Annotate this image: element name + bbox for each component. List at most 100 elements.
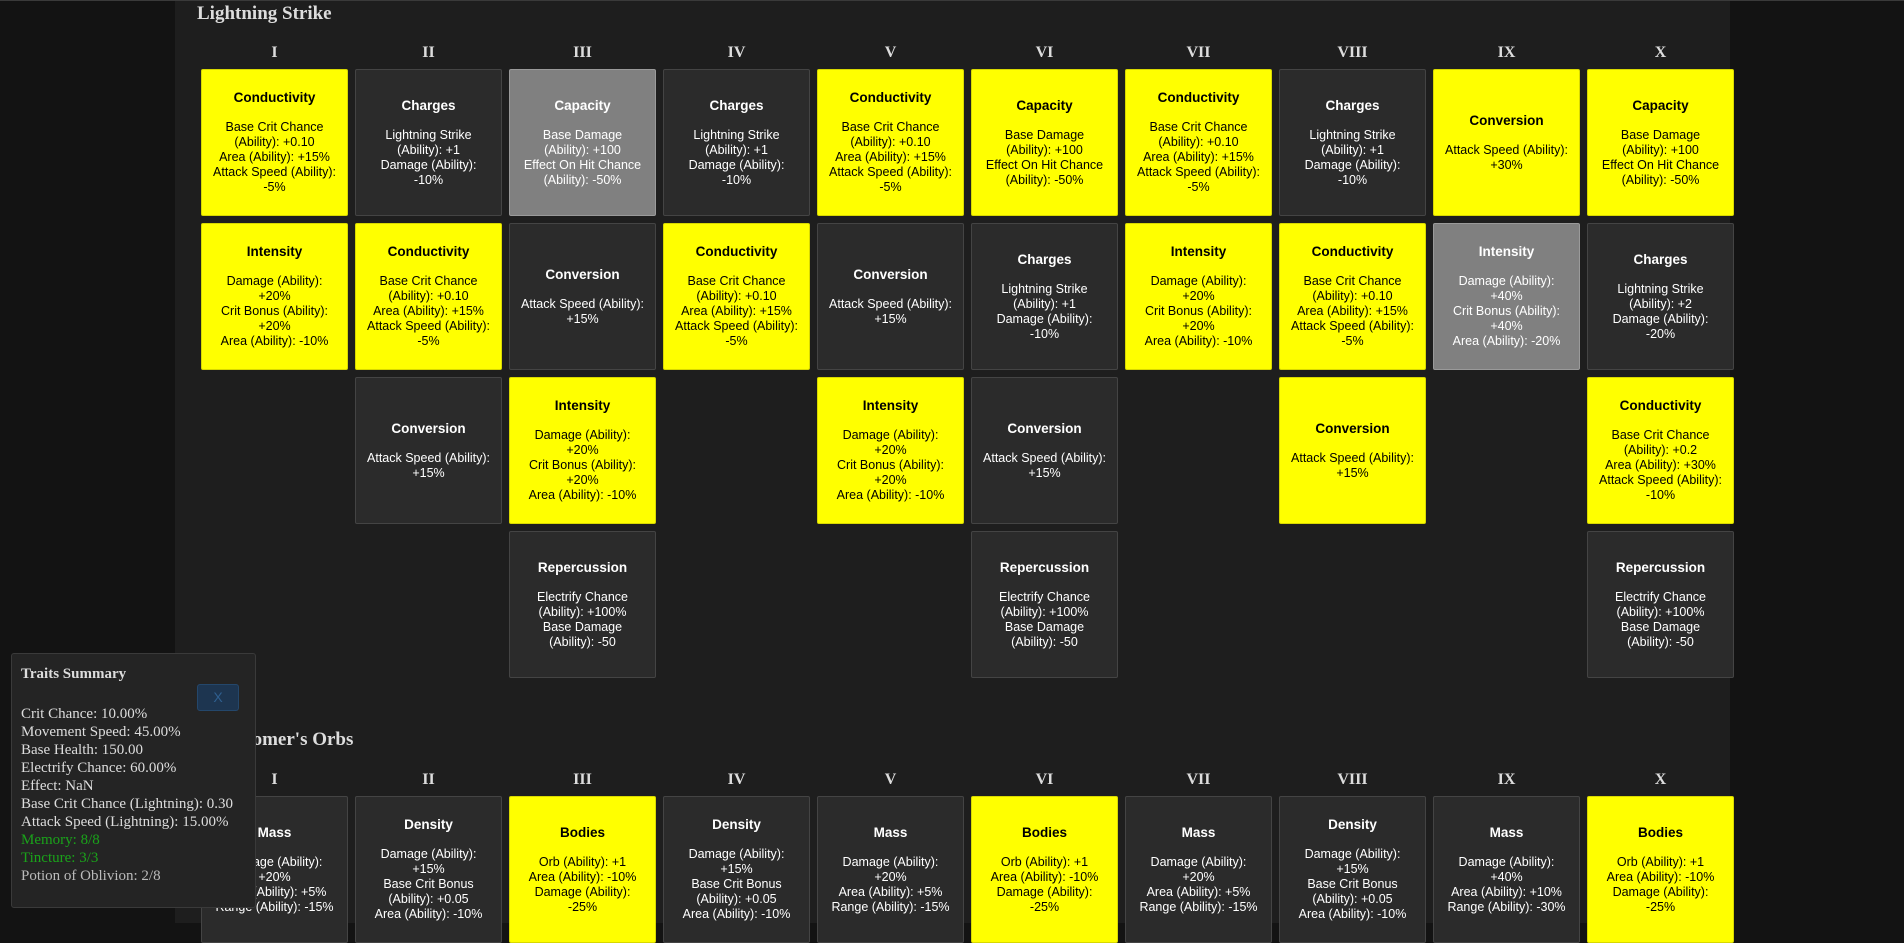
trait-card[interactable]: Conductivity Base Crit Chance (Ability): … bbox=[1125, 69, 1272, 216]
summary-line: Movement Speed: 45.00% bbox=[21, 724, 181, 740]
trait-card[interactable]: Intensity Damage (Ability): +20% Crit Bon… bbox=[1125, 223, 1272, 370]
trait-effects: Lightning Strike (Ability): +1 Damage (A… bbox=[996, 281, 1093, 341]
trait-card[interactable]: Repercussion Electrify Chance (Ability): … bbox=[509, 531, 656, 678]
trait-card[interactable]: Charges Lightning Strike (Ability): +1 Da… bbox=[663, 69, 810, 216]
trait-card[interactable]: Charges Lightning Strike (Ability): +1 Da… bbox=[1279, 69, 1426, 216]
trait-name: Charges bbox=[1325, 97, 1380, 113]
trait-card[interactable]: Intensity Damage (Ability): +20% Crit Bon… bbox=[817, 377, 964, 524]
trait-card[interactable]: Mass Damage (Ability): +20% Area (Ability… bbox=[1125, 796, 1272, 943]
summary-line: Effect: NaN bbox=[21, 778, 94, 794]
trait-card[interactable]: Conductivity Base Crit Chance (Ability): … bbox=[201, 69, 348, 216]
trait-effects: Attack Speed (Ability): +15% bbox=[983, 450, 1106, 480]
summary-line: Potion of Oblivion: 2/8 bbox=[21, 868, 161, 884]
trait-effects: Base Crit Chance (Ability): +0.10 Area (… bbox=[675, 274, 798, 348]
trait-name: Intensity bbox=[862, 398, 919, 413]
trait-effects: Base Crit Chance (Ability): +0.10 Area (… bbox=[213, 120, 336, 194]
trait-name: Charges bbox=[1017, 251, 1072, 267]
section-title: Lightning Strike bbox=[197, 3, 332, 24]
column-header: I bbox=[271, 44, 278, 61]
trait-card[interactable]: Conversion Attack Speed (Ability): +15% bbox=[355, 377, 502, 524]
trait-card[interactable]: Conductivity Base Crit Chance (Ability): … bbox=[663, 223, 810, 370]
trait-card[interactable]: Charges Lightning Strike (Ability): +2 Da… bbox=[1587, 223, 1734, 370]
trait-card[interactable]: Conductivity Base Crit Chance (Ability): … bbox=[817, 69, 964, 216]
trait-effects: Damage (Ability): +20% Area (Ability): +… bbox=[1139, 854, 1258, 914]
trait-effects: Base Damage (Ability): +100 Effect On Hi… bbox=[985, 127, 1104, 187]
trait-card[interactable]: Mass Damage (Ability): +40% Area (Ability… bbox=[1433, 796, 1580, 943]
trait-card[interactable]: Conductivity Base Crit Chance (Ability): … bbox=[1279, 223, 1426, 370]
column-header: V bbox=[884, 771, 897, 788]
trait-name: Capacity bbox=[1632, 97, 1689, 113]
trait-name: Conductivity bbox=[1311, 244, 1394, 259]
trait-card[interactable]: Density Damage (Ability): +15% Base Crit … bbox=[1279, 796, 1426, 943]
trait-effects: Damage (Ability): +15% Base Crit Bonus (… bbox=[374, 847, 483, 921]
trait-name: Repercussion bbox=[999, 559, 1090, 575]
summary-line: Base Health: 150.00 bbox=[21, 742, 144, 758]
column-header: X bbox=[1654, 44, 1667, 61]
trait-name: Conductivity bbox=[387, 244, 470, 259]
trait-name: Capacity bbox=[1016, 97, 1073, 113]
top-border bbox=[0, 0, 1904, 1]
trait-card[interactable]: Conductivity Base Crit Chance (Ability): … bbox=[355, 223, 502, 370]
trait-card[interactable]: Bodies Orb (Ability): +1 Area (Ability): … bbox=[971, 796, 1118, 943]
trait-effects: Base Damage (Ability): +100 Effect On Hi… bbox=[523, 127, 642, 187]
column-header: VIII bbox=[1337, 771, 1368, 788]
trait-card[interactable]: Intensity Damage (Ability): +20% Crit Bon… bbox=[201, 223, 348, 370]
column-header: II bbox=[422, 771, 435, 788]
column-header: III bbox=[573, 771, 592, 788]
trait-card[interactable]: Conversion Attack Speed (Ability): +15% bbox=[1279, 377, 1426, 524]
trait-name: Conversion bbox=[1315, 420, 1390, 436]
trait-name: Charges bbox=[709, 97, 764, 113]
trait-card[interactable]: Intensity Damage (Ability): +20% Crit Bon… bbox=[509, 377, 656, 524]
trait-effects: Damage (Ability): +15% Base Crit Bonus (… bbox=[682, 847, 791, 921]
trait-card[interactable]: Conversion Attack Speed (Ability): +30% bbox=[1433, 69, 1580, 216]
column-header: VII bbox=[1186, 771, 1211, 788]
trait-name: Density bbox=[1328, 817, 1377, 832]
trait-card[interactable]: Charges Lightning Strike (Ability): +1 Da… bbox=[355, 69, 502, 216]
column-header: IV bbox=[727, 44, 746, 61]
trait-card[interactable]: Capacity Base Damage (Ability): +100 Effe… bbox=[1587, 69, 1734, 216]
trait-effects: Electrify Chance (Ability): +100% Base D… bbox=[536, 589, 628, 649]
trait-effects: Attack Speed (Ability): +15% bbox=[367, 450, 490, 480]
trait-card[interactable]: Repercussion Electrify Chance (Ability): … bbox=[971, 531, 1118, 678]
trait-card[interactable]: Charges Lightning Strike (Ability): +1 Da… bbox=[971, 223, 1118, 370]
trait-card[interactable]: Conversion Attack Speed (Ability): +15% bbox=[817, 223, 964, 370]
traits-summary-title: Traits Summary bbox=[21, 666, 127, 682]
trait-effects: Attack Speed (Ability): +30% bbox=[1445, 142, 1568, 172]
trait-card[interactable]: Intensity Damage (Ability): +40% Crit Bon… bbox=[1433, 223, 1580, 370]
trait-card[interactable]: Repercussion Electrify Chance (Ability): … bbox=[1587, 531, 1734, 678]
trait-name: Conductivity bbox=[1157, 90, 1240, 105]
trait-card[interactable]: Capacity Base Damage (Ability): +100 Effe… bbox=[509, 69, 656, 216]
trait-effects: Damage (Ability): +20% Crit Bonus (Abili… bbox=[220, 274, 329, 348]
column-header: VI bbox=[1035, 771, 1054, 788]
column-header: X bbox=[1654, 771, 1667, 788]
trait-name: Repercussion bbox=[1615, 559, 1706, 575]
trait-effects: Lightning Strike (Ability): +1 Damage (A… bbox=[1304, 127, 1401, 187]
trait-effects: Damage (Ability): +40% Crit Bonus (Abili… bbox=[1452, 274, 1561, 348]
trait-effects: Lightning Strike (Ability): +1 Damage (A… bbox=[688, 127, 785, 187]
column-header: IV bbox=[727, 771, 746, 788]
trait-card[interactable]: Bodies Orb (Ability): +1 Area (Ability): … bbox=[1587, 796, 1734, 943]
trait-card[interactable]: Density Damage (Ability): +15% Base Crit … bbox=[355, 796, 502, 943]
trait-effects: Damage (Ability): +40% Area (Ability): +… bbox=[1447, 854, 1566, 914]
trait-name: Capacity bbox=[554, 97, 611, 113]
trait-name: Intensity bbox=[1478, 244, 1535, 259]
trait-effects: Base Crit Chance (Ability): +0.10 Area (… bbox=[1137, 120, 1260, 194]
trait-card[interactable]: Mass Damage (Ability): +20% Area (Ability… bbox=[817, 796, 964, 943]
trait-card[interactable]: Capacity Base Damage (Ability): +100 Effe… bbox=[971, 69, 1118, 216]
summary-line: Tincture: 3/3 bbox=[21, 850, 99, 866]
trait-effects: Base Crit Chance (Ability): +0.2 Area (A… bbox=[1599, 428, 1722, 502]
summary-line: Base Crit Chance (Lightning): 0.30 bbox=[21, 796, 234, 812]
close-button[interactable]: X bbox=[197, 684, 239, 711]
trait-card[interactable]: Conductivity Base Crit Chance (Ability): … bbox=[1587, 377, 1734, 524]
column-header: VI bbox=[1035, 44, 1054, 61]
trait-effects: Base Crit Chance (Ability): +0.10 Area (… bbox=[367, 274, 490, 348]
trait-card[interactable]: Bodies Orb (Ability): +1 Area (Ability): … bbox=[509, 796, 656, 943]
trait-name: Mass bbox=[1489, 824, 1524, 840]
trait-effects: Base Damage (Ability): +100 Effect On Hi… bbox=[1601, 127, 1720, 187]
trait-name: Intensity bbox=[246, 244, 303, 259]
trait-card[interactable]: Conversion Attack Speed (Ability): +15% bbox=[971, 377, 1118, 524]
trait-card[interactable]: Density Damage (Ability): +15% Base Crit … bbox=[663, 796, 810, 943]
trait-card[interactable]: Conversion Attack Speed (Ability): +15% bbox=[509, 223, 656, 370]
trait-effects: Lightning Strike (Ability): +1 Damage (A… bbox=[380, 127, 477, 187]
trait-effects: Orb (Ability): +1 Area (Ability): -10% D… bbox=[990, 854, 1099, 914]
